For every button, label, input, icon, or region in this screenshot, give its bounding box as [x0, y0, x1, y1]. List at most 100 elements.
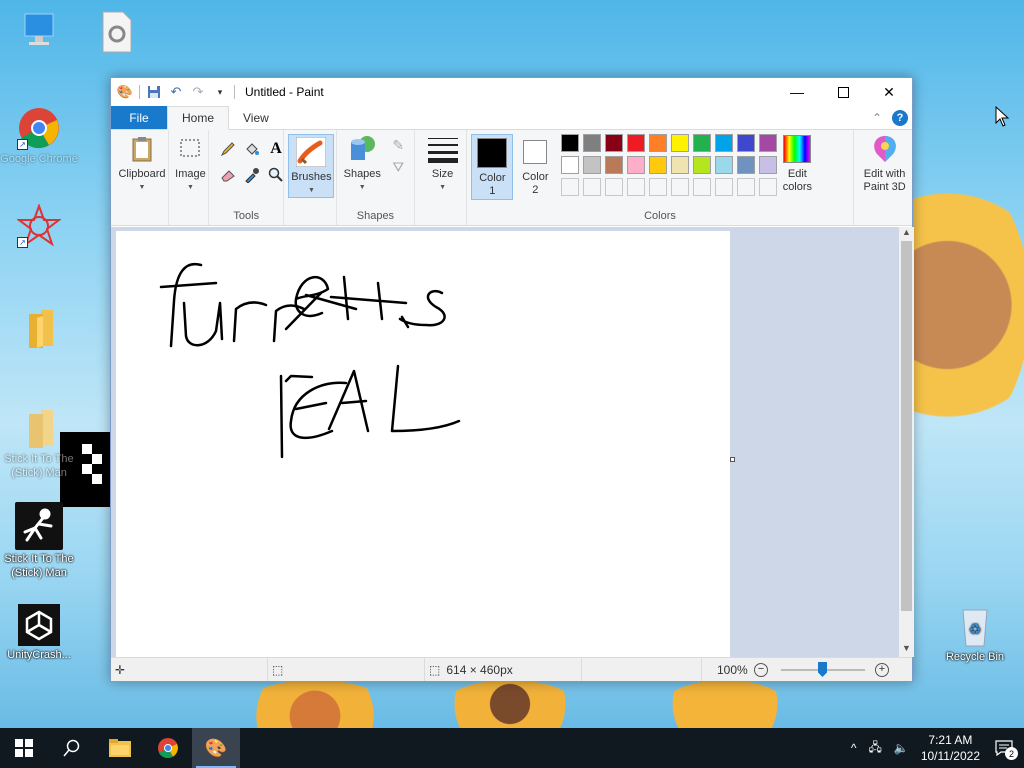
title-bar: 🎨 ↶ ↷ ▾ Untitled - Paint — ✕: [111, 78, 912, 106]
color-swatch[interactable]: [715, 134, 734, 152]
desktop-icon-chrome[interactable]: ↗ Google Chrome: [0, 106, 78, 166]
desktop-icon-folder[interactable]: [0, 306, 78, 352]
tab-file[interactable]: File: [111, 106, 167, 129]
drawing-canvas[interactable]: furrets: [116, 231, 735, 657]
taskbar-chrome[interactable]: [144, 728, 192, 768]
taskbar-file-explorer[interactable]: [96, 728, 144, 768]
tab-view[interactable]: View: [229, 106, 283, 129]
color-swatch[interactable]: [649, 156, 668, 174]
search-button[interactable]: [48, 728, 96, 768]
show-hidden-icons-icon[interactable]: ^: [851, 741, 857, 755]
custom-color-slot[interactable]: [671, 178, 690, 196]
color-swatch[interactable]: [737, 134, 756, 152]
custom-color-slot[interactable]: [649, 178, 668, 196]
color-swatch[interactable]: [561, 156, 580, 174]
color-swatch[interactable]: [693, 156, 712, 174]
color-swatch[interactable]: [627, 134, 646, 152]
fill-bucket-icon[interactable]: [243, 140, 261, 158]
zoom-in-button[interactable]: +: [875, 663, 889, 677]
zoom-out-button[interactable]: −: [754, 663, 768, 677]
custom-color-slot[interactable]: [561, 178, 580, 196]
size-label: Size: [431, 168, 454, 180]
desktop-icon-game[interactable]: Stick It To The (Stick) Man: [0, 502, 78, 580]
search-icon: [63, 739, 80, 757]
color-swatch[interactable]: [693, 134, 712, 152]
color-swatch[interactable]: [627, 156, 646, 174]
maximize-button[interactable]: [820, 78, 866, 106]
outline-icon[interactable]: ✎: [389, 136, 407, 154]
taskbar-paint[interactable]: 🎨: [192, 728, 240, 768]
brushes-button[interactable]: Brushes ▼: [288, 134, 335, 198]
divider: [139, 85, 140, 99]
shapes-icon: [347, 134, 377, 164]
color-swatch[interactable]: [605, 134, 624, 152]
vertical-scrollbar[interactable]: ▲ ▼: [899, 227, 914, 657]
scroll-thumb[interactable]: [901, 241, 912, 611]
start-button[interactable]: [0, 728, 48, 768]
color-swatch[interactable]: [737, 156, 756, 174]
volume-icon[interactable]: 🔈: [894, 741, 909, 755]
pencil-icon[interactable]: [219, 140, 237, 158]
resize-handle[interactable]: [730, 457, 735, 462]
image-button[interactable]: Image ▼: [173, 134, 207, 194]
undo-icon[interactable]: ↶: [168, 84, 184, 100]
shapes-label: Shapes: [343, 168, 381, 180]
desktop-icon-unity[interactable]: UnityCrash...: [0, 604, 78, 662]
zoom-slider-thumb[interactable]: [818, 662, 827, 677]
color-swatch[interactable]: [583, 156, 602, 174]
network-icon[interactable]: 🖧: [868, 738, 881, 759]
desktop-icon-app[interactable]: ↗: [0, 203, 78, 250]
minimize-button[interactable]: —: [774, 78, 820, 106]
desktop-icon-label: UnityCrash...: [7, 649, 71, 661]
eraser-icon[interactable]: [219, 166, 237, 184]
desktop-icon-settings-file[interactable]: [78, 10, 156, 56]
desktop-icon-game-folder[interactable]: Stick It To The (Stick) Man: [0, 406, 78, 480]
custom-color-slot[interactable]: [605, 178, 624, 196]
shapes-button[interactable]: Shapes ▼: [341, 134, 383, 194]
desktop-icon-recycle-bin[interactable]: ♻ Recycle Bin: [936, 604, 1014, 664]
custom-color-slot[interactable]: [693, 178, 712, 196]
close-button[interactable]: ✕: [866, 78, 912, 106]
redo-icon[interactable]: ↷: [190, 84, 206, 100]
color1-swatch: [477, 138, 508, 168]
help-icon[interactable]: ?: [892, 109, 908, 126]
scroll-down-arrow-icon[interactable]: ▼: [899, 643, 914, 657]
fill-icon[interactable]: ⛛: [389, 158, 407, 176]
size-button[interactable]: Size ▼: [423, 134, 463, 194]
magnifier-icon[interactable]: [267, 166, 285, 184]
color-swatch[interactable]: [715, 156, 734, 174]
color-swatch[interactable]: [561, 134, 580, 152]
custom-color-slot[interactable]: [715, 178, 734, 196]
color1-button[interactable]: Color 1: [471, 134, 514, 200]
scroll-up-arrow-icon[interactable]: ▲: [899, 227, 914, 241]
shortcut-arrow-icon: ↗: [17, 139, 28, 150]
color-swatch[interactable]: [671, 156, 690, 174]
color-swatch[interactable]: [583, 134, 602, 152]
color-swatch[interactable]: [671, 134, 690, 152]
notification-center-button[interactable]: 2: [992, 736, 1018, 760]
color2-button[interactable]: Color 2: [515, 134, 555, 197]
desktop-icon-this-pc[interactable]: [0, 10, 78, 56]
edit-colors-button[interactable]: Edit colors: [775, 134, 819, 194]
canvas-size-icon: ⬚: [429, 662, 441, 677]
brush-icon: [296, 137, 327, 167]
clipboard-button[interactable]: Clipboard ▼: [115, 134, 169, 194]
custom-color-slot[interactable]: [627, 178, 646, 196]
color-swatch[interactable]: [649, 134, 668, 152]
clock[interactable]: 7:21 AM 10/11/2022: [921, 732, 980, 764]
tab-home[interactable]: Home: [167, 106, 230, 130]
color-swatch[interactable]: [605, 156, 624, 174]
save-icon[interactable]: [146, 84, 162, 100]
unity-icon: [18, 604, 60, 646]
customize-quick-access-icon[interactable]: ▾: [212, 84, 228, 100]
color-picker-icon[interactable]: [243, 166, 261, 184]
line-size-icon: [427, 134, 458, 164]
system-tray: ^ 🖧 🔈 7:21 AM 10/11/2022 2: [851, 732, 1024, 764]
collapse-ribbon-icon[interactable]: ⌃: [872, 111, 882, 125]
custom-color-slot[interactable]: [737, 178, 756, 196]
edit-with-paint3d-button[interactable]: Edit with Paint 3D: [858, 134, 912, 194]
window-title: Untitled - Paint: [245, 85, 324, 99]
text-icon[interactable]: A: [267, 140, 285, 158]
status-bar: ✛ ⬚ ⬚ 614 × 460px 100% − +: [111, 657, 912, 681]
custom-color-slot[interactable]: [583, 178, 602, 196]
